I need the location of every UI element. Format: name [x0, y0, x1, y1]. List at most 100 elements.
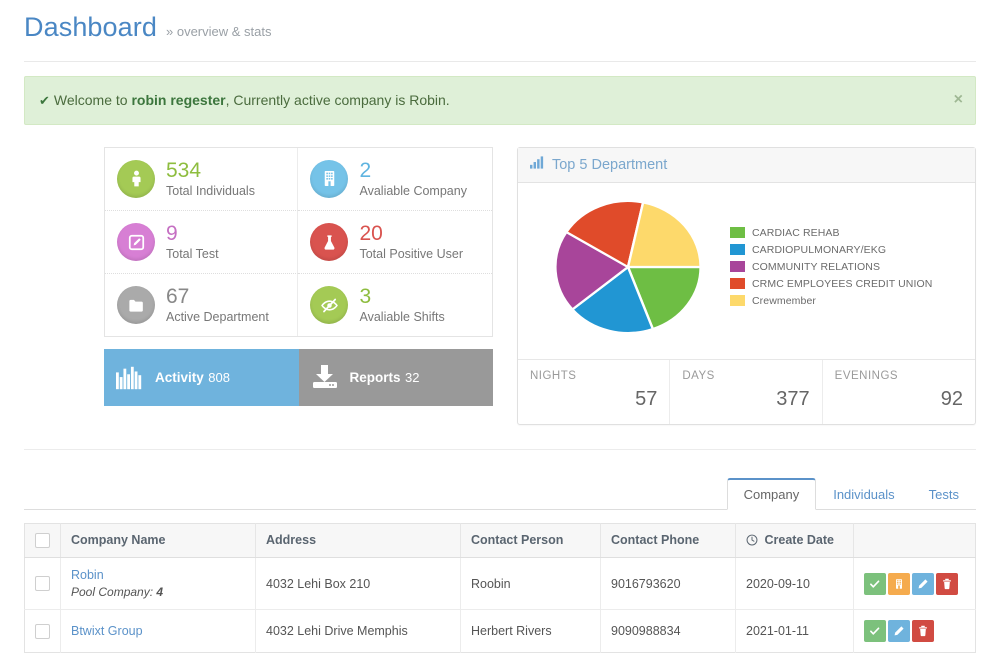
dashboard-page: Dashboard » overview & stats ✔ Welcome to … — [0, 0, 1000, 660]
page-header: Dashboard » overview & stats — [0, 0, 1000, 52]
row-action-group — [864, 620, 965, 643]
cell-actions — [854, 610, 976, 653]
column-contact-phone[interactable]: Contact Phone — [600, 523, 736, 559]
cell-create-date: 2021-01-11 — [735, 609, 854, 653]
company-table-container: Company Name Address Contact Person Cont… — [24, 522, 976, 654]
cell-address: 4032 Lehi Drive Memphis — [255, 609, 461, 653]
cell-address: 4032 Lehi Box 210 — [255, 557, 461, 611]
cell-company-name: Robin Pool Company: 4 — [60, 557, 256, 611]
company-sublabel-text: Pool Company: — [71, 585, 157, 600]
stat-card-avaliable-company[interactable]: 2 Avaliable Company — [298, 148, 492, 212]
column-address[interactable]: Address — [255, 523, 461, 559]
column-create-date[interactable]: Create Date — [735, 523, 854, 559]
close-icon[interactable]: × — [954, 92, 963, 108]
legend-item: CARDIAC REHAB — [729, 226, 963, 239]
panel-body: CARDIAC REHAB CARDIOPULMONARY/EKG COMMUN… — [518, 183, 975, 349]
tile-title: Activity — [155, 369, 204, 385]
tile-title: Reports — [349, 369, 401, 385]
tile-activity[interactable]: Activity 808 — [104, 349, 299, 407]
footer-stat-label: NIGHTS — [529, 369, 577, 382]
footer-stat-label: EVENINGS — [834, 369, 899, 382]
stat-value: 2 — [359, 158, 372, 182]
check-icon: ✔ — [39, 93, 50, 108]
company-sublabel: Pool Company: 4 — [71, 585, 245, 599]
stat-text: 20 Total Positive User — [359, 222, 463, 261]
pie-chart — [530, 193, 726, 341]
column-contact-person[interactable]: Contact Person — [460, 523, 601, 559]
delete-button[interactable] — [912, 620, 934, 643]
folder-icon — [117, 286, 155, 325]
legend-item: CARDIOPULMONARY/EKG — [729, 243, 963, 256]
legend-swatch — [729, 295, 745, 307]
panel-footer-stats: NIGHTS 57 DAYS 377 EVENINGS 92 — [517, 358, 975, 424]
legend-label: CARDIOPULMONARY/EKG — [751, 243, 887, 256]
building-button[interactable] — [888, 572, 910, 595]
delete-button[interactable] — [936, 572, 958, 595]
cell-actions — [853, 557, 976, 611]
stat-card-active-department[interactable]: 67 Active Department — [105, 274, 299, 337]
stats-column: 534 Total Individuals 2 Avaliable Compan… — [24, 146, 493, 425]
row-select-cell — [24, 557, 61, 611]
select-all-header — [24, 523, 61, 559]
tab-company[interactable]: Company — [726, 477, 817, 510]
company-sublabel-value: 4 — [156, 585, 164, 600]
stat-card-total-individuals[interactable]: 534 Total Individuals — [105, 147, 299, 212]
tab-individuals[interactable]: Individuals — [816, 478, 911, 510]
pencil-square-icon — [117, 223, 155, 262]
stat-label: Avaliable Company — [359, 183, 467, 198]
cell-company-name: Btwixt Group — [60, 609, 256, 653]
footer-stat-nights: NIGHTS 57 — [518, 359, 671, 424]
stat-card-total-test[interactable]: 9 Total Test — [105, 211, 299, 275]
column-actions — [853, 523, 976, 559]
stat-label: Avaliable Shifts — [359, 309, 445, 324]
table-row: Btwixt Group 4032 Lehi Drive Memphis Her… — [24, 609, 976, 653]
tile-text: Reports 32 — [350, 369, 420, 387]
tile-text: Activity 808 — [155, 369, 230, 387]
clock-icon — [746, 534, 761, 548]
table-tabs: Company Individuals Tests — [24, 477, 976, 510]
legend-label: COMMUNITY RELATIONS — [751, 260, 881, 273]
panel-title: Top 5 Department — [551, 156, 668, 173]
page-subtitle: » overview & stats — [166, 24, 272, 39]
alert-prefix: Welcome to — [53, 92, 132, 108]
legend-swatch — [729, 278, 745, 290]
cell-contact-person: Roobin — [460, 557, 601, 611]
cell-contact-phone: 9090988834 — [600, 609, 736, 653]
approve-button[interactable] — [864, 572, 886, 595]
cell-contact-phone: 9016793620 — [600, 557, 736, 611]
footer-stat-evenings: EVENINGS 92 — [823, 360, 975, 424]
table-row: Robin Pool Company: 4 4032 Lehi Box 210 … — [24, 557, 976, 611]
column-company-name[interactable]: Company Name — [60, 523, 256, 559]
legend-item: Crewmember — [729, 295, 963, 307]
dashboard-columns: 534 Total Individuals 2 Avaliable Compan… — [0, 125, 1000, 425]
row-checkbox[interactable] — [35, 623, 50, 639]
edit-button[interactable] — [912, 572, 934, 595]
bar-chart-icon — [529, 156, 545, 174]
alert-username: robin regester — [131, 92, 226, 108]
eye-slash-icon — [310, 286, 349, 325]
legend-swatch — [729, 261, 745, 273]
stat-value: 534 — [166, 158, 202, 182]
pie-chart-svg — [554, 199, 702, 334]
stat-card-avaliable-shifts[interactable]: 3 Avaliable Shifts — [298, 274, 492, 336]
bar-chart-icon — [116, 366, 144, 390]
top-department-panel: Top 5 Department CARDIAC REHAB CARDIOPUL… — [516, 146, 976, 425]
stat-card-total-positive-user[interactable]: 20 Total Positive User — [298, 211, 492, 275]
table-body: Robin Pool Company: 4 4032 Lehi Box 210 … — [24, 557, 976, 653]
cell-create-date: 2020-09-10 — [735, 557, 854, 611]
stat-text: 534 Total Individuals — [166, 158, 255, 198]
table-head: Company Name Address Contact Person Cont… — [24, 523, 976, 559]
company-link[interactable]: Robin — [71, 568, 104, 582]
tab-tests[interactable]: Tests — [912, 478, 976, 510]
stat-text: 67 Active Department — [166, 286, 269, 324]
tile-reports[interactable]: Reports 32 — [298, 349, 493, 407]
select-all-checkbox[interactable] — [35, 533, 50, 549]
legend-label: CARDIAC REHAB — [751, 226, 840, 239]
row-checkbox[interactable] — [35, 576, 50, 592]
company-link[interactable]: Btwixt Group — [71, 624, 143, 638]
stat-text: 2 Avaliable Company — [359, 158, 467, 198]
chart-row: CARDIAC REHAB CARDIOPULMONARY/EKG COMMUN… — [530, 193, 963, 341]
edit-button[interactable] — [888, 620, 910, 643]
approve-button[interactable] — [864, 620, 886, 643]
welcome-alert: ✔ Welcome to robin regester, Currently ac… — [24, 76, 976, 125]
